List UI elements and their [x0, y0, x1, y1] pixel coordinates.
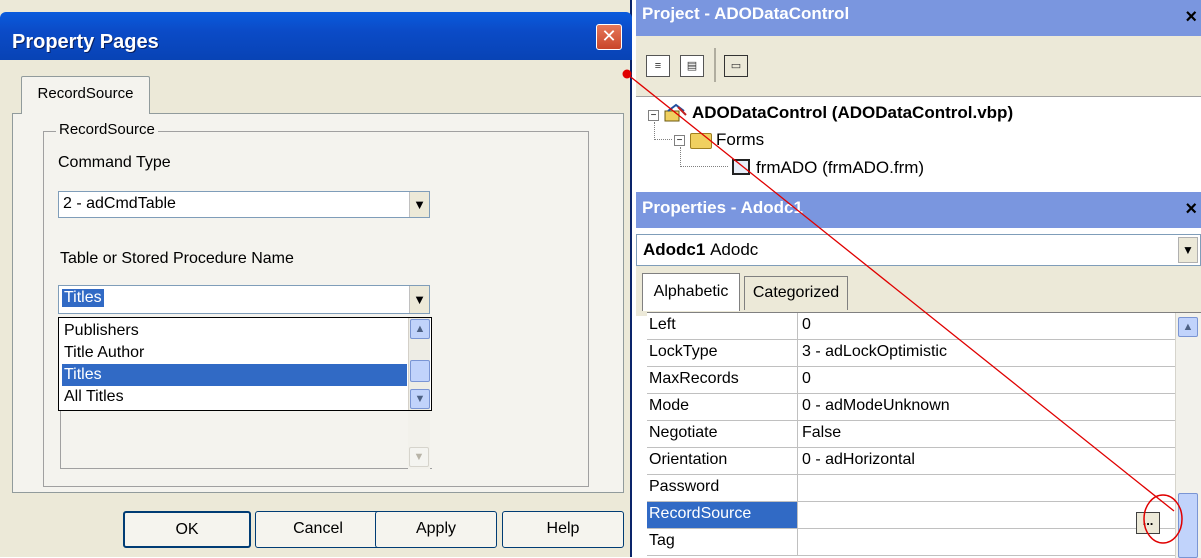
property-name: Left [649, 316, 676, 333]
form-icon [732, 159, 750, 175]
property-value[interactable]: 0 - adHorizontal [802, 451, 915, 469]
property-name: Tag [649, 532, 675, 549]
column-divider [797, 502, 798, 529]
ok-button[interactable]: OK [123, 511, 251, 548]
command-type-select[interactable]: 2 - adCmdTable ▼ [58, 191, 430, 218]
property-name: Orientation [649, 451, 728, 468]
cancel-button[interactable]: Cancel [255, 511, 381, 548]
tree-connector [654, 122, 672, 140]
list-frame [60, 411, 432, 469]
property-grid-scrollbar[interactable]: ▲ [1175, 313, 1201, 558]
project-tree: − ADODataControl (ADODataControl.vbp) − … [636, 96, 1201, 190]
view-code-icon[interactable]: ≡ [646, 55, 670, 77]
column-divider [797, 421, 798, 448]
property-name: Password [649, 478, 720, 495]
list-item[interactable]: Title Author [62, 342, 407, 364]
table-name-dropdown-list: Publishers Title Author Titles All Title… [58, 317, 432, 411]
dialog-title: Property Pages [12, 31, 159, 53]
help-button[interactable]: Help [502, 511, 624, 548]
property-pages-dialog: Property Pages ✕ RecordSource RecordSour… [0, 0, 632, 557]
tree-connector [680, 147, 728, 167]
collapse-icon[interactable]: − [674, 135, 685, 146]
property-value[interactable]: False [802, 424, 841, 442]
table-name-value: Titles [62, 289, 104, 307]
chevron-down-icon[interactable]: ▼ [1178, 237, 1198, 263]
column-divider [797, 529, 798, 556]
tree-item-project[interactable]: ADODataControl (ADODataControl.vbp) [692, 103, 1013, 123]
property-row-tag[interactable]: Tag [647, 529, 1175, 556]
property-name: Negotiate [649, 424, 718, 441]
property-row-orientation[interactable]: Orientation 0 - adHorizontal [647, 448, 1175, 475]
list-item-selected[interactable]: Titles [62, 364, 407, 386]
property-row-negotiate[interactable]: Negotiate False [647, 421, 1175, 448]
scroll-up-icon[interactable]: ▲ [1178, 317, 1198, 337]
property-row-locktype[interactable]: LockType 3 - adLockOptimistic [647, 340, 1175, 367]
command-type-label: Command Type [58, 154, 171, 171]
apply-button[interactable]: Apply [375, 511, 497, 548]
list-item[interactable]: Publishers [62, 320, 407, 342]
table-name-label: Table or Stored Procedure Name [60, 250, 294, 267]
property-value[interactable]: 0 - adModeUnknown [802, 397, 950, 415]
project-icon [664, 103, 687, 122]
scroll-up-icon[interactable]: ▲ [410, 319, 430, 339]
view-object-icon[interactable]: ▤ [680, 55, 704, 77]
property-grid: Left 0 LockType 3 - adLockOptimistic Max… [647, 312, 1201, 558]
inactive-scrollbar: ▼ [408, 411, 430, 469]
object-select-value: Adodc1 Adodc [643, 240, 758, 260]
property-name: Mode [649, 397, 690, 414]
tab-categorized[interactable]: Categorized [744, 276, 848, 310]
column-divider [797, 394, 798, 421]
tab-recordsource[interactable]: RecordSource [21, 76, 150, 114]
toolbar-divider [714, 48, 716, 82]
scroll-down-icon: ▼ [409, 447, 429, 467]
column-divider [797, 340, 798, 367]
chevron-down-icon[interactable]: ▼ [409, 192, 429, 217]
property-row-maxrecords[interactable]: MaxRecords 0 [647, 367, 1175, 394]
property-row-recordsource[interactable]: RecordSource [647, 502, 1175, 529]
property-row-mode[interactable]: Mode 0 - adModeUnknown [647, 394, 1175, 421]
column-divider [797, 448, 798, 475]
project-pane-title: Project - ADODataControl [642, 4, 850, 23]
close-icon[interactable]: × [1185, 6, 1197, 29]
list-scrollbar[interactable]: ▲ ▼ [408, 318, 430, 410]
command-type-value: 2 - adCmdTable [63, 195, 176, 212]
project-toolbar: ≡ ▤ ▭ [636, 36, 1201, 96]
properties-tabs: Alphabetic Categorized [636, 266, 1201, 316]
object-type: Adodc [710, 240, 759, 259]
property-row-password[interactable]: Password [647, 475, 1175, 502]
object-name: Adodc1 [643, 240, 706, 259]
column-divider [797, 367, 798, 394]
scroll-down-icon[interactable]: ▼ [410, 389, 430, 409]
table-name-select[interactable]: Titles ▼ [58, 285, 430, 314]
properties-pane-title: Properties - Adodc1 [642, 198, 803, 217]
property-value[interactable]: 0 [802, 370, 811, 388]
column-divider [797, 313, 798, 340]
scroll-thumb[interactable] [410, 360, 430, 382]
property-value[interactable]: 0 [802, 316, 811, 334]
project-pane-title-bar[interactable]: Project - ADODataControl × [636, 0, 1201, 36]
tree-item-frmado[interactable]: frmADO (frmADO.frm) [756, 158, 924, 178]
toggle-folders-icon[interactable]: ▭ [724, 55, 748, 77]
dialog-close-icon[interactable]: ✕ [596, 24, 622, 50]
column-divider [797, 475, 798, 502]
ellipsis-button[interactable]: ... [1136, 512, 1160, 534]
tab-alphabetic[interactable]: Alphabetic [642, 273, 740, 311]
close-icon[interactable]: × [1185, 198, 1197, 221]
list-item[interactable]: All Titles [62, 386, 407, 408]
object-select[interactable]: Adodc1 Adodc ▼ [636, 234, 1201, 266]
property-value[interactable]: 3 - adLockOptimistic [802, 343, 947, 361]
property-name: RecordSource [649, 505, 752, 522]
property-row-left[interactable]: Left 0 [647, 313, 1175, 340]
collapse-icon[interactable]: − [648, 110, 659, 121]
property-name: LockType [649, 343, 718, 360]
property-name: MaxRecords [649, 370, 739, 387]
chevron-down-icon[interactable]: ▼ [409, 286, 429, 313]
scroll-thumb[interactable] [1178, 493, 1198, 558]
dialog-title-bar[interactable]: Property Pages [0, 12, 632, 60]
group-label: RecordSource [56, 121, 158, 138]
properties-pane-title-bar[interactable]: Properties - Adodc1 × [636, 192, 1201, 228]
